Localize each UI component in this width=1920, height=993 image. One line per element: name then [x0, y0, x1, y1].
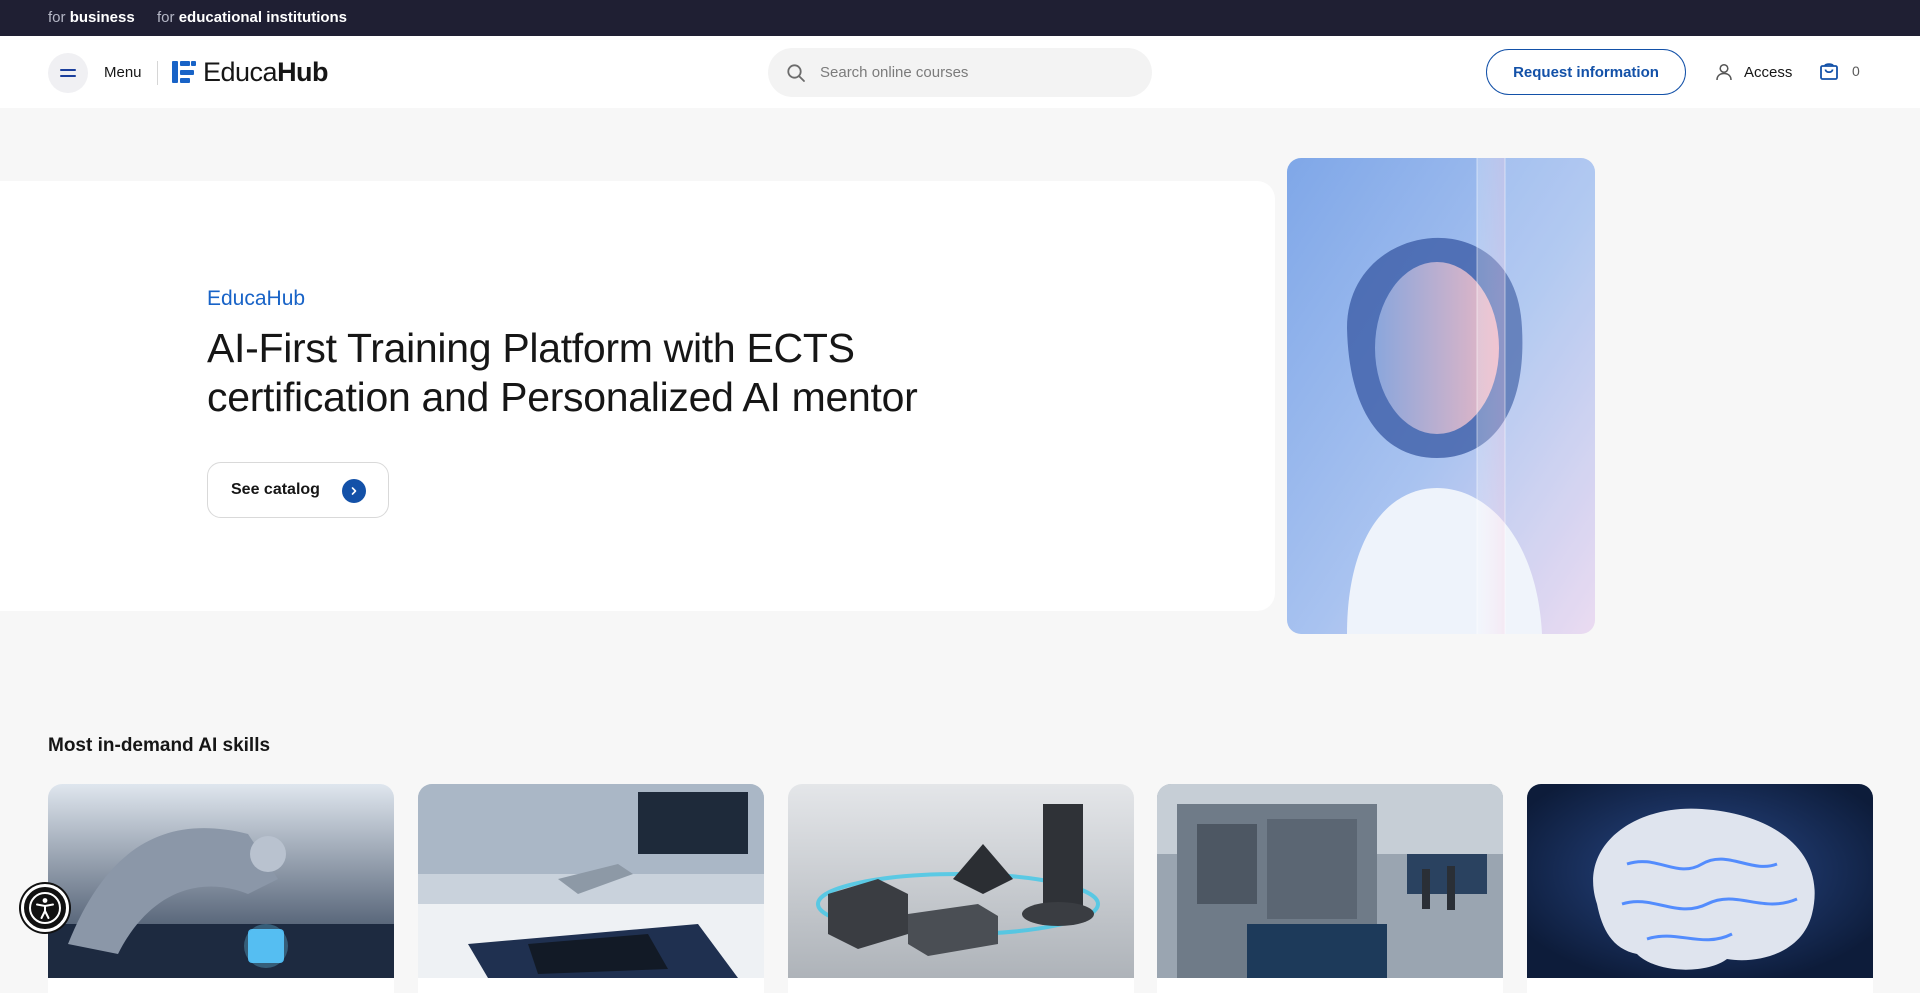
search-input[interactable]	[820, 48, 1140, 97]
see-catalog-label: See catalog	[231, 481, 320, 498]
skill-card-image	[1527, 784, 1873, 978]
hero-title: AI-First Training Platform with ECTS cer…	[207, 325, 918, 420]
menu-button[interactable]	[48, 53, 88, 93]
skill-card-connected-blocks[interactable]	[788, 784, 1134, 993]
header-divider	[157, 61, 158, 85]
for-business-prefix: for	[48, 9, 66, 26]
hero-brand-label: EducaHub	[207, 287, 306, 310]
hero-portrait-image	[1287, 158, 1595, 634]
logo-text-light: Educa	[203, 56, 278, 87]
skill-card-industrial-automation[interactable]	[1157, 784, 1503, 993]
skill-card-image	[788, 784, 1134, 978]
for-institutions-prefix: for	[157, 9, 175, 26]
access-label: Access	[1744, 63, 1793, 81]
for-institutions-label: educational institutions	[178, 9, 348, 26]
request-information-button[interactable]: Request information	[1486, 49, 1686, 95]
site-logo[interactable]: EducaHub	[172, 56, 329, 88]
skill-card-robotic-lab[interactable]	[418, 784, 764, 993]
for-business-label: business	[69, 9, 135, 26]
menu-label[interactable]: Menu	[104, 64, 142, 81]
skill-card-image	[48, 784, 394, 978]
logo-text: EducaHub	[203, 56, 329, 88]
skill-card-glowing-brain[interactable]	[1527, 784, 1873, 993]
skills-section-title: Most in-demand AI skills	[48, 735, 271, 756]
top-utility-bar: for business for educational institution…	[0, 0, 1920, 36]
user-icon	[1716, 63, 1732, 81]
shopping-bag-icon	[1820, 63, 1838, 80]
search-bar	[768, 48, 1152, 97]
for-institutions-link[interactable]: for educational institutions	[157, 9, 347, 26]
accessibility-button[interactable]	[21, 884, 69, 932]
logo-mark-icon	[172, 61, 196, 83]
cart-count: 0	[1852, 63, 1860, 79]
search-icon[interactable]	[786, 63, 806, 83]
for-business-link[interactable]: for business	[48, 9, 135, 26]
skill-card-robot-hand[interactable]	[48, 784, 394, 993]
logo-text-bold: Hub	[277, 56, 329, 87]
cart-button[interactable]: 0	[1818, 60, 1860, 82]
see-catalog-button[interactable]: See catalog	[207, 462, 389, 518]
accessibility-icon	[29, 892, 61, 924]
skill-card-image	[1157, 784, 1503, 978]
main-header: Menu EducaHub Request information Access	[0, 36, 1920, 108]
chevron-right-icon	[342, 479, 366, 503]
skill-card-image	[418, 784, 764, 978]
access-link[interactable]: Access	[1714, 62, 1792, 82]
